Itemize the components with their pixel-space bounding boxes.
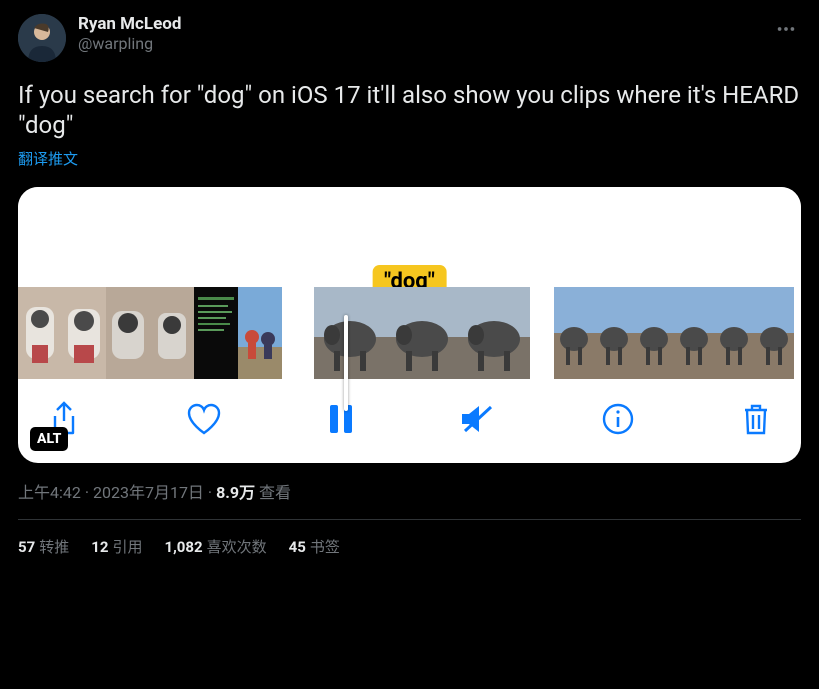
info-icon[interactable] xyxy=(601,402,635,436)
clip-thumbnail[interactable] xyxy=(106,287,150,379)
clip-thumbnail[interactable] xyxy=(314,287,386,379)
playhead[interactable] xyxy=(344,315,348,411)
clip-thumbnail[interactable] xyxy=(714,287,754,379)
alt-badge[interactable]: ALT xyxy=(30,427,68,451)
tweet-container: Ryan McLeod @warpling If you search for … xyxy=(0,0,819,557)
clip-thumbnail[interactable] xyxy=(554,287,594,379)
clip-thumbnail[interactable] xyxy=(194,287,238,379)
retweets-stat[interactable]: 57转推 xyxy=(18,536,69,557)
tweet-header: Ryan McLeod @warpling xyxy=(18,14,801,62)
clip-thumbnail[interactable] xyxy=(386,287,458,379)
clip-thumbnail[interactable] xyxy=(634,287,674,379)
tweet-text: If you search for "dog" on iOS 17 it'll … xyxy=(18,80,801,140)
views-label: 查看 xyxy=(259,483,291,502)
display-name: Ryan McLeod xyxy=(78,14,801,34)
translate-link[interactable]: 翻译推文 xyxy=(18,148,801,169)
tweet-meta[interactable]: 上午4:42 · 2023年7月17日 · 8.9万 查看 xyxy=(18,479,801,503)
clip-thumbnail[interactable] xyxy=(238,287,282,379)
pause-icon[interactable] xyxy=(328,403,354,435)
filmstrip[interactable] xyxy=(18,287,801,379)
views-count: 8.9万 xyxy=(216,483,255,502)
heart-icon[interactable] xyxy=(186,403,222,435)
avatar[interactable] xyxy=(18,14,66,62)
media-card[interactable]: "dog" xyxy=(18,187,801,463)
more-button[interactable] xyxy=(771,14,801,48)
filmstrip-gap xyxy=(530,287,554,379)
mute-icon[interactable] xyxy=(459,403,495,435)
clip-thumbnail[interactable] xyxy=(754,287,794,379)
clip-thumbnail[interactable] xyxy=(18,287,62,379)
user-info[interactable]: Ryan McLeod @warpling xyxy=(78,14,801,54)
tweet-time: 上午4:42 xyxy=(18,483,81,502)
user-handle: @warpling xyxy=(78,34,801,53)
quotes-stat[interactable]: 12引用 xyxy=(91,536,142,557)
clip-thumbnail[interactable] xyxy=(150,287,194,379)
likes-stat[interactable]: 1,082喜欢次数 xyxy=(164,536,266,557)
trash-icon[interactable] xyxy=(741,402,771,436)
bookmarks-stat[interactable]: 45书签 xyxy=(289,536,340,557)
clip-thumbnail[interactable] xyxy=(62,287,106,379)
clip-thumbnail[interactable] xyxy=(594,287,634,379)
tweet-stats: 57转推 12引用 1,082喜欢次数 45书签 xyxy=(18,520,801,557)
media-controls xyxy=(18,379,801,463)
tweet-date: 2023年7月17日 xyxy=(93,483,204,502)
clip-thumbnail[interactable] xyxy=(458,287,530,379)
filmstrip-gap xyxy=(282,287,314,379)
clip-thumbnail[interactable] xyxy=(674,287,714,379)
